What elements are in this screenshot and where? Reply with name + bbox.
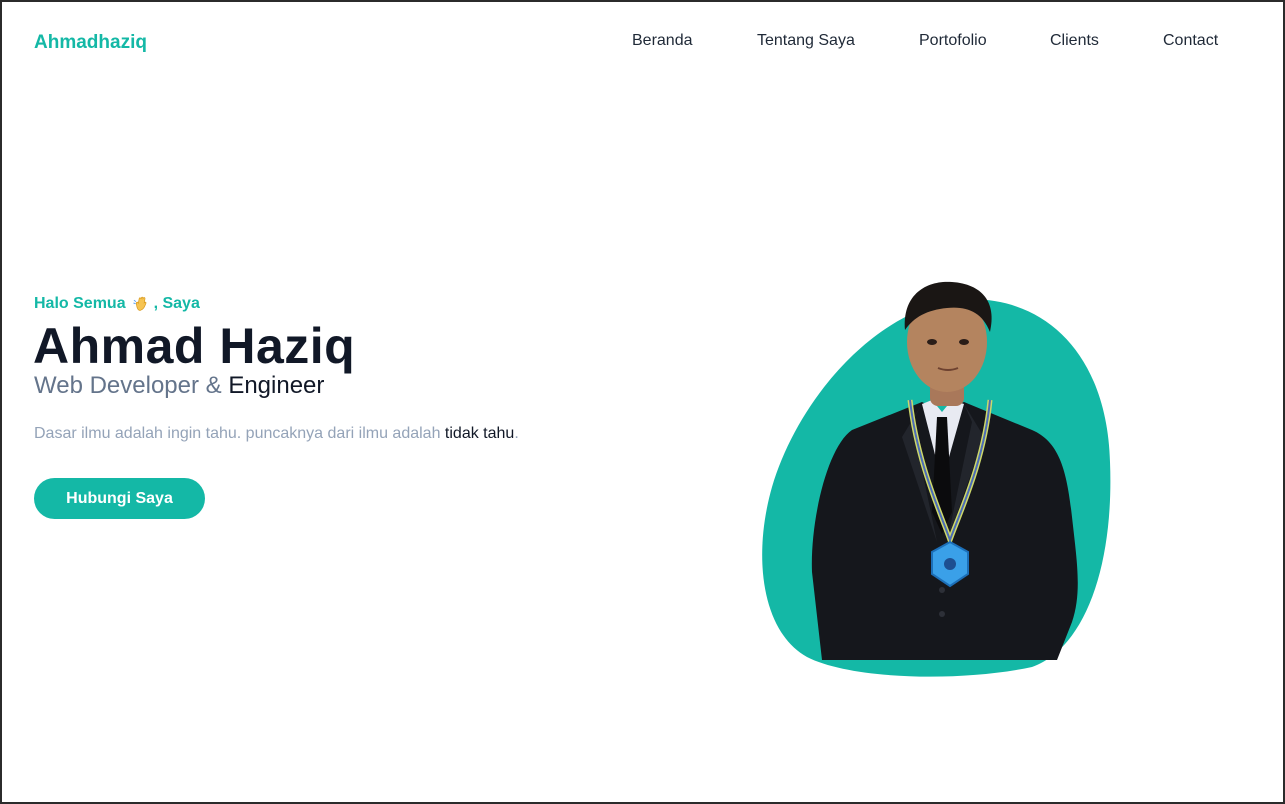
hero-greeting: Halo Semua , Saya bbox=[34, 295, 200, 313]
nav-link-portofolio[interactable]: Portofolio bbox=[919, 32, 987, 50]
greeting-text: Halo Semua bbox=[34, 295, 126, 312]
contact-me-button[interactable]: Hubungi Saya bbox=[34, 478, 205, 519]
navbar: Ahmadhaziq Beranda Tentang Saya Portofol… bbox=[2, 2, 1283, 86]
role-highlight: Engineer bbox=[228, 372, 325, 399]
nav-links: Beranda Tentang Saya Portofolio Clients … bbox=[2, 32, 1283, 56]
nav-link-contact[interactable]: Contact bbox=[1163, 32, 1218, 50]
waving-hand-icon bbox=[132, 296, 146, 311]
greeting-suffix: , Saya bbox=[153, 295, 200, 312]
nav-link-tentang-saya[interactable]: Tentang Saya bbox=[757, 32, 855, 50]
quote-highlight: tidak tahu bbox=[444, 425, 515, 442]
hero-role: Web Developer & Engineer bbox=[34, 372, 324, 400]
role-text: Web Developer & bbox=[34, 372, 229, 399]
hero-name: Ahmad Haziq bbox=[33, 318, 356, 374]
quote-end: . bbox=[514, 425, 519, 442]
quote-text: Dasar ilmu adalah ingin tahu. puncaknya … bbox=[34, 425, 445, 442]
nav-link-beranda[interactable]: Beranda bbox=[632, 32, 693, 50]
page: Ahmadhaziq Beranda Tentang Saya Portofol… bbox=[0, 0, 1285, 804]
hero-quote: Dasar ilmu adalah ingin tahu. puncaknya … bbox=[34, 425, 519, 443]
hero-portrait bbox=[762, 281, 1111, 677]
nav-link-clients[interactable]: Clients bbox=[1050, 32, 1099, 50]
